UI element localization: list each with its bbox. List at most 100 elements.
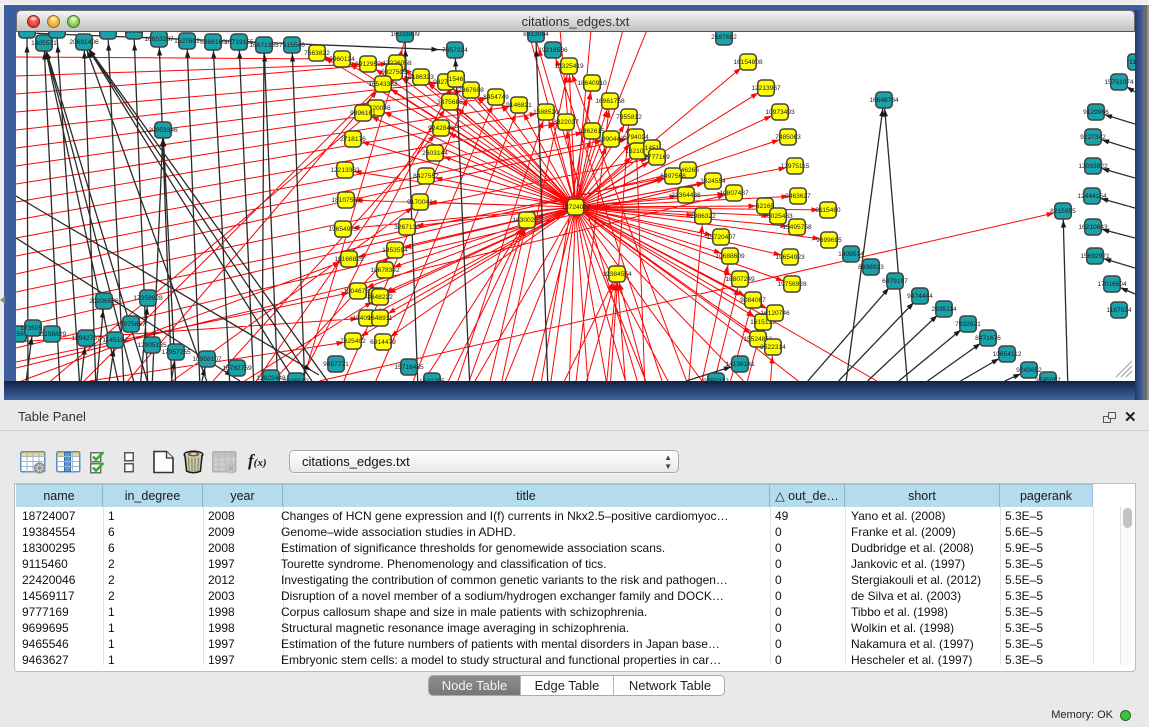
svg-text:10973493: 10973493	[765, 109, 795, 116]
svg-text:17016504: 17016504	[1097, 281, 1127, 288]
svg-text:9745052: 9745052	[1035, 377, 1061, 384]
svg-text:9896161: 9896161	[350, 110, 376, 117]
svg-text:10807487: 10807487	[719, 190, 749, 197]
svg-text:1588520: 1588520	[533, 109, 559, 116]
svg-text:17359928: 17359928	[133, 295, 163, 302]
svg-text:9243652: 9243652	[1016, 367, 1042, 374]
svg-text:12923448: 12923448	[256, 375, 286, 382]
svg-text:6914479: 6914479	[370, 339, 396, 346]
svg-text:7986322: 7986322	[690, 213, 716, 220]
svg-text:18678342: 18678342	[370, 267, 400, 274]
svg-text:19166825: 19166825	[334, 256, 364, 263]
svg-text:9750212: 9750212	[703, 378, 729, 385]
svg-text:10654112: 10654112	[993, 351, 1022, 358]
svg-text:9827505: 9827505	[381, 69, 407, 76]
svg-text:2718176: 2718176	[340, 136, 366, 143]
svg-text:8322037: 8322037	[553, 119, 579, 126]
svg-text:14136141: 14136141	[725, 361, 755, 368]
svg-text:18807249: 18807249	[725, 276, 755, 283]
svg-text:19218506: 19218506	[538, 47, 568, 54]
svg-text:1641205: 1641205	[419, 378, 445, 385]
svg-text:19384554: 19384554	[602, 271, 632, 278]
svg-text:7485063: 7485063	[775, 134, 801, 141]
svg-text:20053346: 20053346	[148, 127, 178, 134]
svg-text:20691406: 20691406	[69, 39, 99, 46]
svg-text:9115460: 9115460	[815, 207, 841, 214]
svg-text:2935114: 2935114	[931, 306, 957, 313]
svg-text:1546: 1546	[449, 76, 464, 83]
svg-text:9474444: 9474444	[907, 293, 933, 300]
svg-text:1648911: 1648911	[367, 315, 393, 322]
svg-text:15751074: 15751074	[1104, 79, 1134, 86]
svg-text:13325419: 13325419	[554, 63, 584, 70]
svg-text:8186323: 8186323	[408, 74, 434, 81]
svg-text:15495758: 15495758	[782, 224, 812, 231]
svg-text:12213967: 12213967	[751, 85, 781, 92]
svg-text:8427552: 8427552	[413, 173, 439, 180]
svg-text:12905135: 12905135	[137, 342, 167, 349]
svg-text:8813054: 8813054	[523, 31, 549, 38]
svg-text:16120746: 16120746	[760, 310, 790, 317]
svg-text:1409514: 1409514	[838, 251, 864, 258]
svg-text:7663822: 7663822	[304, 50, 330, 57]
svg-text:9227342: 9227342	[1080, 134, 1106, 141]
svg-text:9463627: 9463627	[785, 193, 811, 200]
svg-text:18724007: 18724007	[561, 204, 591, 211]
svg-text:1167534: 1167534	[1106, 307, 1132, 314]
svg-text:1527602: 1527602	[174, 38, 200, 45]
svg-text:7632621: 7632621	[955, 321, 981, 328]
svg-text:1362615: 1362615	[579, 128, 605, 135]
svg-text:8454749: 8454749	[483, 94, 509, 101]
svg-text:18300295: 18300295	[512, 217, 542, 224]
svg-text:7625402: 7625402	[340, 338, 366, 345]
svg-text:19756928: 19756928	[777, 281, 807, 288]
svg-text:10975867: 10975867	[116, 321, 146, 328]
svg-text:10688609: 10688609	[715, 253, 745, 260]
svg-text:12942757: 12942757	[71, 335, 101, 342]
svg-text:11156829: 11156829	[38, 331, 67, 338]
svg-text:6497568: 6497568	[660, 173, 686, 180]
svg-text:7515546: 7515546	[279, 42, 305, 49]
svg-text:1405571: 1405571	[31, 40, 57, 47]
svg-text:19654923: 19654923	[775, 254, 805, 261]
svg-text:19654923: 19654923	[328, 226, 358, 233]
svg-text:7357224: 7357224	[442, 47, 468, 54]
svg-text:2603144: 2603144	[422, 150, 448, 157]
svg-text:9242848: 9242848	[428, 125, 454, 132]
svg-text:16154808: 16154808	[733, 59, 763, 66]
svg-text:8912955: 8912955	[355, 61, 381, 68]
svg-text:15692971: 15692971	[1080, 253, 1110, 260]
svg-text:12213363: 12213363	[330, 167, 360, 174]
svg-text:9699695: 9699695	[816, 237, 842, 244]
svg-text:12975115: 12975115	[781, 163, 810, 170]
svg-text:1648222: 1648222	[367, 294, 393, 301]
svg-text:12093822: 12093822	[1078, 163, 1108, 170]
svg-text:9457721: 9457721	[323, 361, 349, 368]
svg-text:15720407: 15720407	[706, 234, 736, 241]
svg-text:16671355: 16671355	[249, 42, 279, 49]
svg-text:3267130: 3267130	[394, 224, 420, 231]
svg-text:21364436: 21364436	[671, 192, 701, 199]
svg-text:16961758: 16961758	[595, 98, 625, 105]
svg-text:3960124: 3960124	[329, 56, 355, 63]
svg-text:3875685: 3875685	[437, 99, 463, 106]
svg-text:9777169: 9777169	[644, 154, 670, 161]
svg-text:6966160: 6966160	[200, 39, 226, 46]
svg-text:2367608: 2367608	[458, 87, 484, 94]
svg-text:3624554: 3624554	[700, 178, 726, 185]
svg-text:10025433: 10025433	[763, 213, 793, 220]
svg-text:8215955: 8215955	[1050, 208, 1076, 215]
svg-text:18640910: 18640910	[577, 80, 607, 87]
svg-text:16543362: 16543362	[368, 81, 398, 88]
svg-text:2522314: 2522314	[760, 344, 786, 351]
svg-text:6879197: 6879197	[882, 278, 908, 285]
svg-text:8938923: 8938923	[858, 264, 884, 271]
svg-text:2687682: 2687682	[711, 34, 737, 41]
svg-text:9146821: 9146821	[506, 102, 532, 109]
svg-text:1112: 1112	[1129, 59, 1143, 66]
svg-text:9084067: 9084067	[740, 297, 766, 304]
svg-text:18107553: 18107553	[331, 197, 361, 204]
svg-text:20206576: 20206576	[89, 298, 119, 305]
svg-text:17957255: 17957255	[161, 349, 191, 356]
svg-text:7955812: 7955812	[616, 114, 642, 121]
